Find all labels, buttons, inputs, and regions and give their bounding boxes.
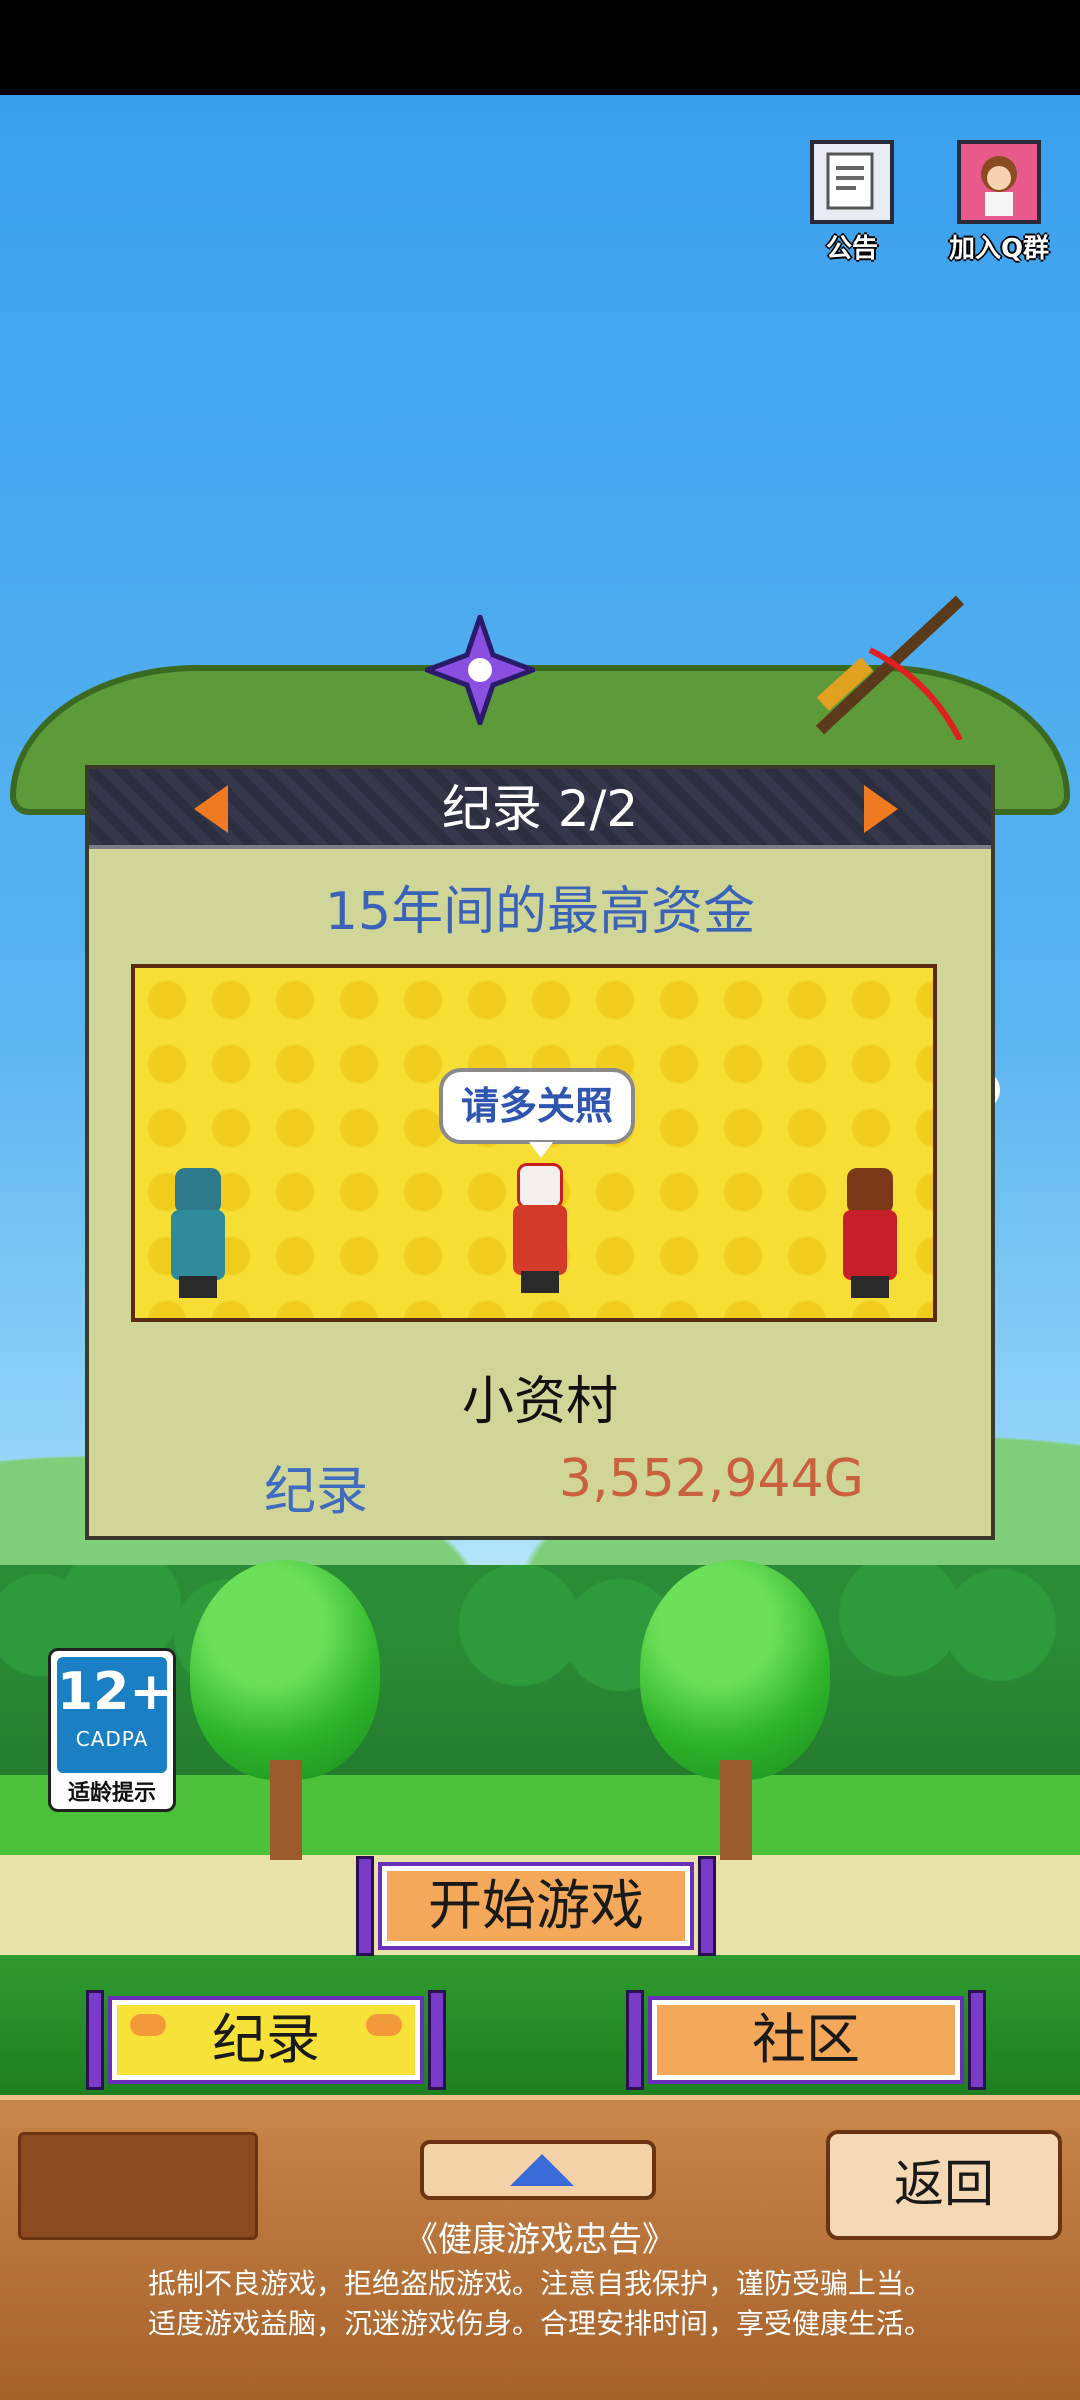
shuriken-icon: [425, 615, 535, 725]
masked-ninja-character: [505, 1163, 575, 1293]
age-rating-tip: 适龄提示: [67, 1781, 156, 1806]
records-label: 纪录: [108, 1996, 424, 2084]
character-stage: 请多关照: [131, 964, 937, 1322]
girl-avatar-icon: [957, 140, 1041, 224]
start-game-label: 开始游戏: [378, 1862, 694, 1950]
join-group-button[interactable]: 加入Q群: [944, 140, 1054, 265]
community-button[interactable]: 社区: [626, 1990, 986, 2090]
speech-bubble: 请多关照: [439, 1068, 635, 1158]
sword-icon: [815, 595, 965, 740]
notice-label: 公告: [825, 234, 878, 264]
records-button[interactable]: 纪录: [86, 1990, 446, 2090]
up-arrow-icon: [510, 2154, 574, 2186]
join-group-label: 加入Q群: [948, 234, 1050, 264]
status-bar: [0, 0, 1080, 95]
notice-button[interactable]: 公告: [797, 140, 907, 265]
record-value: 3,552,944G: [559, 1449, 864, 1509]
health-notice-heading: 《健康游戏忠告》: [404, 2220, 676, 2260]
age-rating-org: CADPA: [75, 1727, 149, 1751]
right-arrow-icon: [366, 2014, 402, 2036]
health-notice-line1: 抵制不良游戏，拒绝盗版游戏。注意自我保护，谨防受骗上当。: [147, 2267, 932, 2300]
age-rating-number: 12+: [57, 1662, 173, 1722]
health-notice-line2: 适度游戏益脑，沉迷游戏伤身。合理安排时间，享受健康生活。: [147, 2307, 932, 2340]
record-dialog: 纪录 2/2 15年间的最高资金 请多关照 小资村 纪录 3,552,944G: [85, 765, 995, 1540]
expand-button[interactable]: [420, 2140, 656, 2200]
left-arrow-icon: [130, 2014, 166, 2036]
start-game-button[interactable]: 开始游戏: [356, 1856, 716, 1956]
record-category: 15年间的最高资金: [324, 882, 756, 942]
ninja-character-left: [163, 1168, 233, 1298]
ninja-character-right: [835, 1168, 905, 1298]
dialog-title: 纪录 2/2: [441, 780, 639, 838]
age-rating-badge: 12+ CADPA 适龄提示: [48, 1648, 176, 1812]
record-label: 纪录: [264, 1462, 369, 1522]
community-label: 社区: [648, 1996, 964, 2084]
notice-icon: [810, 140, 894, 224]
village-name: 小资村: [461, 1372, 618, 1432]
bottom-panel: 返回 《健康游戏忠告》 抵制不良游戏，拒绝盗版游戏。注意自我保护，谨防受骗上当。…: [0, 2095, 1080, 2400]
tree-left: [190, 1560, 380, 1860]
tree-right: [640, 1560, 830, 1860]
next-record-arrow-icon[interactable]: [864, 785, 898, 833]
